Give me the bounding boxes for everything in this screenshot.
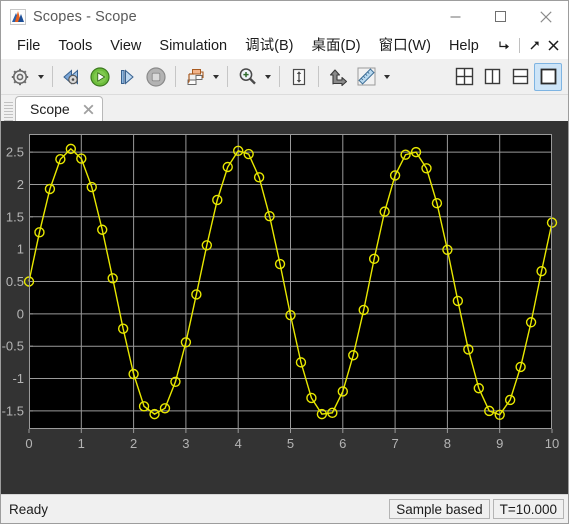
measurements-button[interactable] (352, 63, 380, 91)
zoom-in-icon (239, 68, 256, 85)
signal-plot[interactable]: 0 1 2 3 4 5 6 7 8 9 10 -1.5 -1 -0.5 0 0.5 1 1.5 2 2.5 (1, 121, 568, 454)
configuration-properties-button[interactable] (6, 63, 34, 91)
single-pane-icon (540, 68, 556, 85)
menu-debug[interactable]: 调试(B) (236, 34, 302, 58)
minimize-button[interactable] (433, 1, 478, 32)
layout-single-button[interactable] (534, 62, 562, 91)
menu-bar: File Tools View Simulation 调试(B) 桌面(D) 窗… (1, 32, 568, 59)
tab-scope-label: Scope (30, 101, 70, 117)
cursor-measurements-button[interactable] (324, 63, 352, 91)
y-tick-label: 0 (17, 306, 24, 321)
x-tick-label: 2 (130, 436, 137, 451)
y-tick-label: 1.5 (6, 209, 24, 224)
zoom-button[interactable] (233, 63, 261, 91)
y-tick-label: -0.5 (2, 339, 24, 354)
maximize-button[interactable] (478, 1, 523, 32)
window-controls (433, 1, 568, 32)
x-tick-label: 8 (444, 436, 451, 451)
menu-divider (519, 38, 520, 53)
configuration-dropdown-caret[interactable] (34, 64, 47, 90)
rows-icon (512, 68, 528, 85)
gear-icon (11, 68, 29, 85)
step-back-button[interactable] (58, 63, 86, 91)
menu-desktop[interactable]: 桌面(D) (302, 34, 369, 58)
step-forward-icon (121, 68, 134, 85)
step-forward-button[interactable] (114, 63, 142, 91)
menu-simulation[interactable]: Simulation (150, 34, 236, 58)
step-back-icon (63, 68, 78, 85)
y-tick-label: -1.5 (2, 403, 24, 418)
y-tick-label: 2 (17, 177, 24, 192)
grid-2x2-icon (455, 67, 473, 86)
dock-arrow-icon[interactable] (495, 36, 514, 55)
status-fields: Sample based T=10.000 (386, 499, 564, 519)
cursor-jump-icon (329, 68, 348, 86)
measurements-dropdown-caret[interactable] (380, 64, 393, 90)
layout-rows-button[interactable] (506, 63, 534, 91)
layout-grid-2x2-button[interactable] (450, 63, 478, 91)
y-tick-label: 0.5 (6, 274, 24, 289)
menu-help[interactable]: Help (440, 34, 488, 58)
status-bar: Ready Sample based T=10.000 (1, 494, 568, 523)
play-icon (90, 66, 110, 87)
menu-tools[interactable]: Tools (49, 34, 101, 58)
toolbar-divider (227, 66, 228, 87)
scope-plot-area[interactable]: 0 1 2 3 4 5 6 7 8 9 10 -1.5 -1 -0.5 0 0.5 1 1.5 2 2.5 (1, 121, 568, 494)
undock-arrow-icon[interactable] (525, 36, 544, 55)
panel-close-icon[interactable] (544, 36, 563, 55)
signal-selector-dropdown-caret[interactable] (209, 64, 222, 90)
toolbar-divider (52, 66, 53, 87)
stop-button[interactable] (142, 63, 170, 91)
x-tick-label: 10 (545, 436, 559, 451)
x-tick-label: 9 (496, 436, 503, 451)
signal-selector-button[interactable] (181, 63, 209, 91)
autoscale-button[interactable] (285, 63, 313, 91)
y-tick-label: 1 (17, 242, 24, 257)
tab-close-icon[interactable] (82, 103, 95, 116)
simulation-time-field: T=10.000 (492, 499, 564, 519)
stop-icon (146, 66, 166, 87)
columns-icon (484, 68, 500, 85)
menu-right-icons (495, 36, 568, 55)
scope-window: Scopes - Scope File Tools View Simulatio… (0, 0, 569, 524)
ruler-icon (357, 67, 375, 86)
menu-file[interactable]: File (8, 34, 49, 58)
close-button[interactable] (523, 1, 568, 32)
toolbar-divider (175, 66, 176, 87)
title-bar: Scopes - Scope (1, 1, 568, 32)
run-button[interactable] (86, 63, 114, 91)
tab-strip: Scope (1, 95, 568, 121)
tab-scope[interactable]: Scope (15, 96, 103, 121)
signal-hierarchy-icon (187, 68, 204, 85)
x-tick-label: 3 (182, 436, 189, 451)
toolbar-divider (279, 66, 280, 87)
matlab-logo-icon (10, 8, 26, 25)
x-tick-label: 5 (287, 436, 294, 451)
menu-view[interactable]: View (101, 34, 150, 58)
window-title: Scopes - Scope (33, 8, 137, 25)
toolbar (1, 59, 568, 95)
x-tick-label: 7 (391, 436, 398, 451)
layout-columns-button[interactable] (478, 63, 506, 91)
x-tick-label: 6 (339, 436, 346, 451)
autoscale-icon (292, 68, 306, 85)
y-tick-label: 2.5 (6, 145, 24, 160)
frame-mode-field: Sample based (389, 499, 490, 519)
y-tick-label: -1 (12, 371, 24, 386)
menu-window[interactable]: 窗口(W) (370, 34, 440, 58)
status-message: Ready (9, 501, 49, 517)
x-tick-label: 4 (235, 436, 242, 451)
tab-strip-grip[interactable] (4, 102, 13, 121)
toolbar-divider (318, 66, 319, 87)
x-tick-label: 1 (78, 436, 85, 451)
x-tick-label: 0 (25, 436, 32, 451)
zoom-dropdown-caret[interactable] (261, 64, 274, 90)
